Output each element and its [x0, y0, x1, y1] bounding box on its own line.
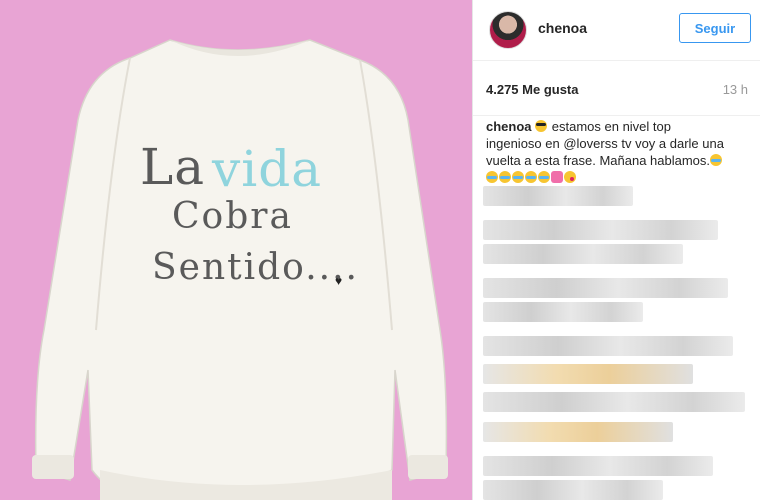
- kiss-emoji-icon: [564, 171, 576, 183]
- comments-list: [483, 186, 751, 500]
- laughing-emoji-icon: [499, 171, 511, 183]
- post-sidebar: chenoa Seguir 4.275 Me gusta 13 h chenoa…: [472, 0, 760, 500]
- blurred-comment: [483, 480, 663, 500]
- caption: chenoa estamos en nivel top ingenioso en…: [486, 118, 726, 186]
- header-username[interactable]: chenoa: [538, 20, 587, 36]
- blurred-comment: [483, 220, 718, 240]
- shirt-text-cobra: Cobra: [172, 196, 293, 237]
- laughing-emoji-icon: [486, 171, 498, 183]
- blurred-comment: [483, 392, 745, 412]
- avatar[interactable]: [489, 11, 527, 49]
- likes-row: 4.275 Me gusta 13 h: [473, 60, 760, 116]
- laughing-emoji-icon: [538, 171, 550, 183]
- shirt-text-vida: vida: [212, 140, 323, 198]
- post-header: chenoa Seguir: [473, 0, 760, 61]
- heart-emoji-icon: [551, 171, 563, 183]
- blurred-comment: [483, 336, 733, 356]
- post-time[interactable]: 13 h: [723, 82, 748, 97]
- likes-count[interactable]: 4.275 Me gusta: [486, 82, 579, 97]
- laughing-emoji-icon: [525, 171, 537, 183]
- blurred-comment: [483, 422, 673, 442]
- caption-username[interactable]: chenoa: [486, 119, 532, 134]
- blurred-comment: [483, 456, 713, 476]
- blurred-comment: [483, 244, 683, 264]
- sunglasses-emoji-icon: [535, 120, 548, 132]
- shirt-text-sentido: Sentido....: [152, 247, 359, 288]
- blurred-comment: [483, 302, 643, 322]
- caption-mention[interactable]: @loverss tv: [563, 136, 631, 151]
- blurred-comment: [483, 364, 693, 384]
- post-image[interactable]: La vida Cobra Sentido.... ♥: [0, 0, 472, 500]
- follow-button[interactable]: Seguir: [679, 13, 751, 43]
- heart-icon: ♥: [335, 274, 343, 288]
- shirt-text-la: La: [140, 138, 206, 196]
- blurred-comment: [483, 186, 633, 206]
- blurred-comment: [483, 278, 728, 298]
- laughing-emoji-icon: [512, 171, 524, 183]
- laughing-emoji-icon: [710, 154, 723, 166]
